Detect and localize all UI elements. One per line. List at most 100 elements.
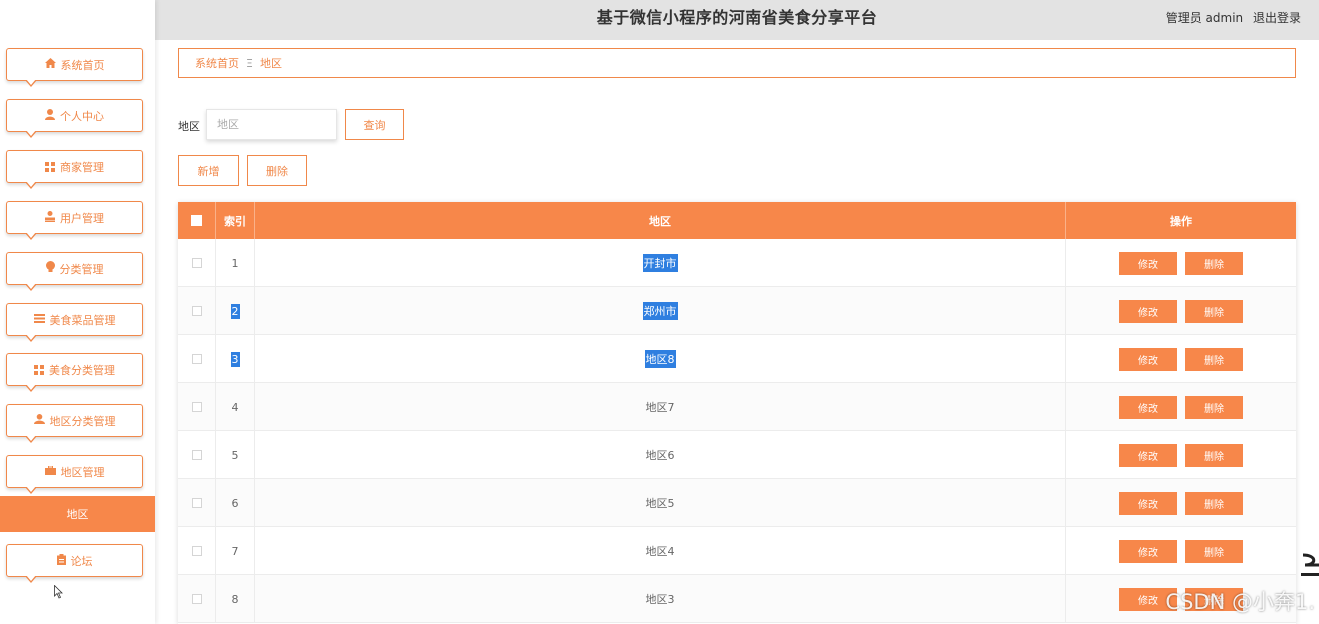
grid-icon <box>34 364 44 375</box>
sidebar-item-users[interactable]: 用户管理 <box>6 201 143 240</box>
row-checkbox[interactable] <box>191 258 202 268</box>
user-icon <box>45 210 55 225</box>
sidebar-item-forum[interactable]: 论坛 <box>6 544 143 583</box>
top-header: 基于微信小程序的河南省美食分享平台 管理员 admin 退出登录 <box>155 0 1319 40</box>
home-icon <box>44 58 56 71</box>
sidebar-subitem-region[interactable]: 地区 <box>0 496 155 532</box>
sidebar-item-label: 分类管理 <box>59 262 104 276</box>
region-cell: 地区8 <box>255 335 1066 383</box>
row-checkbox-cell <box>178 575 216 623</box>
region-value: 郑州市 <box>642 302 678 320</box>
row-checkbox[interactable] <box>191 354 202 364</box>
delete-button[interactable]: 删除 <box>1185 539 1243 563</box>
index-cell: 1 <box>216 239 255 287</box>
csdn-watermark: CSDN @小奔1. <box>1165 590 1315 614</box>
delete-button[interactable]: 删除 <box>1185 347 1243 371</box>
ops-cell: 修改 删除 <box>1066 287 1296 335</box>
table-row: 1 开封市 修改 删除 <box>178 239 1296 287</box>
search-input[interactable] <box>206 109 337 140</box>
add-button[interactable]: 新增 <box>178 155 239 186</box>
region-value: 地区6 <box>645 449 675 462</box>
row-checkbox[interactable] <box>191 546 202 556</box>
sidebar-item-merchants[interactable]: 商家管理 <box>6 150 143 189</box>
region-value: 开封市 <box>642 254 678 272</box>
row-checkbox[interactable] <box>191 306 202 316</box>
delete-button[interactable]: 删除 <box>1185 491 1243 515</box>
edit-button[interactable]: 修改 <box>1119 395 1177 419</box>
edit-button[interactable]: 修改 <box>1119 539 1177 563</box>
sidebar-item-region-categories[interactable]: 地区分类管理 <box>6 404 143 443</box>
region-value: 地区7 <box>645 401 675 414</box>
sidebar-item-region-management[interactable]: 地区管理 <box>6 455 143 494</box>
table-row: 6 地区5 修改 删除 <box>178 479 1296 527</box>
list-icon <box>33 313 45 326</box>
sidebar-item-profile[interactable]: 个人中心 <box>6 99 143 138</box>
edit-button[interactable]: 修改 <box>1119 251 1177 275</box>
user-area: 管理员 admin 退出登录 <box>1160 0 1301 36</box>
ops-cell: 修改 删除 <box>1066 479 1296 527</box>
delete-button[interactable]: 删除 <box>1185 299 1243 323</box>
column-header-index: 索引 <box>216 202 255 239</box>
breadcrumb-home[interactable]: 系统首页 <box>195 55 239 71</box>
region-value: 地区3 <box>645 593 675 606</box>
row-checkbox-cell <box>178 287 216 335</box>
ops-cell: 修改 删除 <box>1066 335 1296 383</box>
sidebar-item-dishes[interactable]: 美食菜品管理 <box>6 303 143 342</box>
select-all-checkbox[interactable] <box>191 215 202 226</box>
mouse-cursor-icon <box>54 585 63 599</box>
row-checkbox[interactable] <box>191 450 202 460</box>
table-row: 2 郑州市 修改 删除 <box>178 287 1296 335</box>
sidebar-item-label: 商家管理 <box>60 160 104 174</box>
column-header-region: 地区 <box>255 202 1066 239</box>
search-button[interactable]: 查询 <box>345 109 404 140</box>
edit-button[interactable]: 修改 <box>1119 347 1177 371</box>
ops-cell: 修改 删除 <box>1066 239 1296 287</box>
row-checkbox[interactable] <box>191 498 202 508</box>
index-cell: 5 <box>216 431 255 479</box>
sidebar-item-home[interactable]: 系统首页 <box>6 48 143 87</box>
index-value: 8 <box>231 592 239 606</box>
sidebar-item-label: 系统首页 <box>60 58 105 72</box>
region-cell: 地区6 <box>255 431 1066 479</box>
sidebar-item-label: 用户管理 <box>60 211 104 225</box>
row-checkbox-cell <box>178 431 216 479</box>
row-checkbox-cell <box>178 479 216 527</box>
index-value: 1 <box>231 256 239 270</box>
sidebar-item-food-categories[interactable]: 美食分类管理 <box>6 353 143 392</box>
edit-button[interactable]: 修改 <box>1119 491 1177 515</box>
delete-button[interactable]: 删除 <box>1185 395 1243 419</box>
index-value: 5 <box>231 448 239 462</box>
row-checkbox-cell <box>178 383 216 431</box>
sidebar-item-label: 论坛 <box>70 554 93 568</box>
index-value: 4 <box>231 400 239 414</box>
row-checkbox-cell <box>178 335 216 383</box>
index-cell: 8 <box>216 575 255 623</box>
index-cell: 2 <box>216 287 255 335</box>
logout-link[interactable]: 退出登录 <box>1253 11 1301 25</box>
row-checkbox[interactable] <box>191 402 202 412</box>
sidebar-item-label: 个人中心 <box>60 109 104 123</box>
sidebar-item-label: 美食分类管理 <box>49 363 115 377</box>
briefcase-icon <box>44 465 56 478</box>
delete-button[interactable]: 删除 <box>1185 443 1243 467</box>
breadcrumb-current: 地区 <box>259 57 282 70</box>
region-cell: 地区7 <box>255 383 1066 431</box>
data-table: 索引 地区 操作 1 开封市 修改 删除 2 郑州市 修改 删除 3 地区8 修改 删除 4 地区7 修改删… <box>178 202 1296 624</box>
region-cell: 地区3 <box>255 575 1066 623</box>
edit-button[interactable]: 修改 <box>1119 299 1177 323</box>
batch-delete-button[interactable]: 删除 <box>247 155 307 186</box>
admin-label: 管理员 admin <box>1165 11 1244 25</box>
edit-button[interactable]: 修改 <box>1119 443 1177 467</box>
sidebar: 系统首页 个人中心 商家管理 用户管理 分类管理 美食菜品管理 美食分类管理 地… <box>0 0 155 624</box>
delete-button[interactable]: 删除 <box>1185 251 1243 275</box>
sidebar-item-categories[interactable]: 分类管理 <box>6 252 143 291</box>
index-cell: 6 <box>216 479 255 527</box>
breadcrumb-separator: Ξ <box>246 56 253 70</box>
breadcrumb: 系统首页 Ξ 地区 <box>178 48 1296 78</box>
region-cell: 地区4 <box>255 527 1066 575</box>
index-value: 6 <box>231 496 239 510</box>
row-checkbox[interactable] <box>191 594 202 604</box>
grid-icon <box>45 161 55 172</box>
index-cell: 4 <box>216 383 255 431</box>
region-cell: 郑州市 <box>255 287 1066 335</box>
